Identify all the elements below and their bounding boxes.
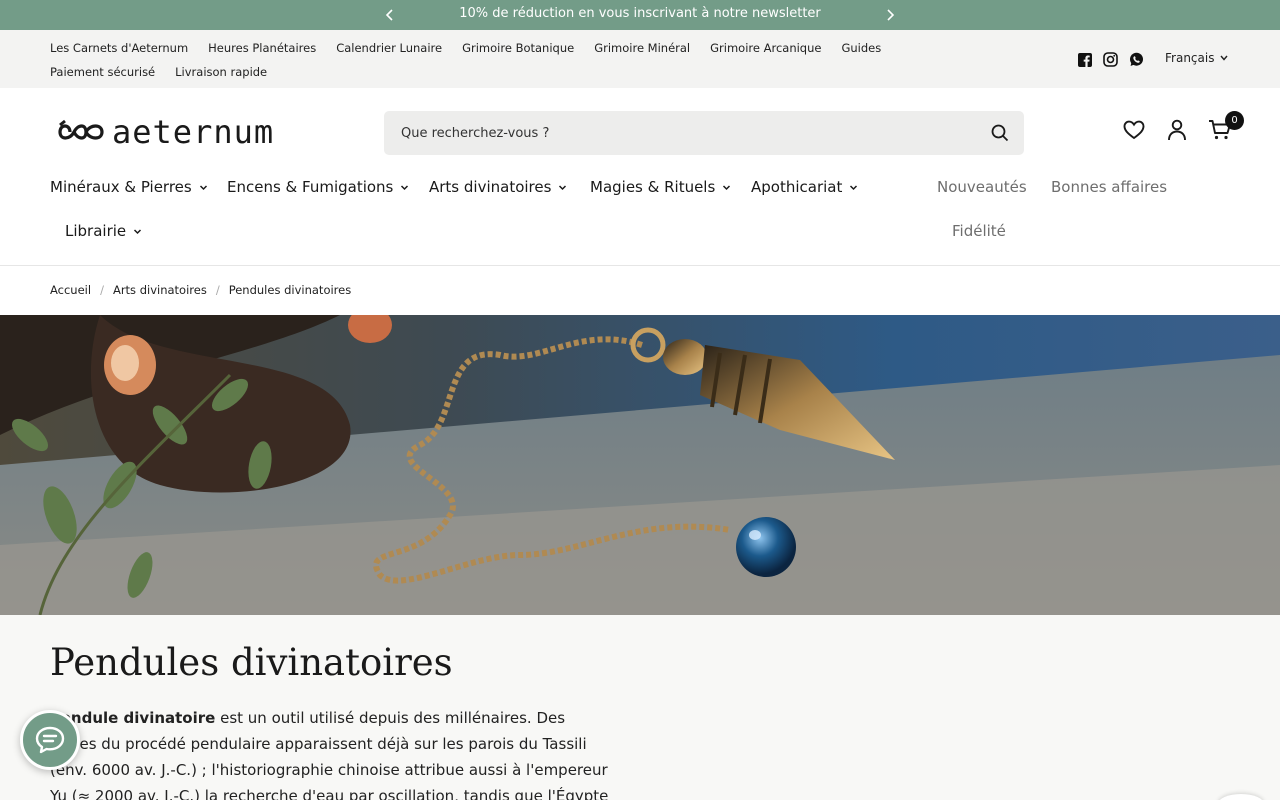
chevron-down-icon	[1220, 55, 1229, 61]
announcement-bar: 10% de réduction en vous inscrivant à no…	[0, 0, 1280, 30]
nav-magies[interactable]: Magies & Rituels	[590, 178, 731, 196]
search-bar	[384, 111, 1024, 155]
nav-label: Apothicariat	[751, 178, 843, 196]
site-header: aeternum 0 Minéraux & Pierres Encens & F…	[0, 88, 1280, 266]
chat-bubble-icon	[35, 726, 65, 754]
chevron-down-icon	[401, 184, 409, 190]
utility-link-grimoire-botanique[interactable]: Grimoire Botanique	[452, 36, 584, 60]
header-actions: 0	[1122, 111, 1244, 142]
nav-label: Librairie	[65, 222, 127, 240]
collection-description: Pendules divinatoires pendule divinatoir…	[0, 615, 1280, 800]
nav-label: Arts divinatoires	[429, 178, 552, 196]
breadcrumb: Accueil / Arts divinatoires / Pendules d…	[50, 283, 351, 297]
instagram-icon[interactable]	[1102, 51, 1119, 68]
utility-link-heures[interactable]: Heures Planétaires	[198, 36, 326, 60]
nav-bonnes-affaires[interactable]: Bonnes affaires	[1051, 178, 1167, 196]
chat-button[interactable]	[20, 710, 80, 770]
chevron-down-icon	[559, 184, 567, 190]
infinity-logo-icon	[58, 119, 104, 140]
intro-text: pendule divinatoire est un outil utilisé…	[50, 705, 615, 800]
facebook-icon[interactable]	[1076, 51, 1093, 68]
chevron-down-icon	[723, 184, 731, 190]
utility-links: Les Carnets d'Aeternum Heures Planétaire…	[40, 36, 1000, 84]
utility-link-guides[interactable]: Guides	[831, 36, 891, 60]
nav-librairie[interactable]: Librairie	[65, 222, 142, 240]
search-icon[interactable]	[990, 123, 1010, 143]
nav-label: Encens & Fumigations	[227, 178, 394, 196]
breadcrumb-separator: /	[100, 283, 104, 297]
wishlist-icon[interactable]	[1122, 118, 1146, 142]
search-input[interactable]	[384, 111, 974, 155]
chevron-right-icon[interactable]	[880, 5, 900, 25]
whatsapp-icon[interactable]	[1128, 51, 1145, 68]
nav-label: Minéraux & Pierres	[50, 178, 192, 196]
nav-label: Magies & Rituels	[590, 178, 716, 196]
social-links	[1076, 51, 1145, 68]
cart-count-badge: 0	[1225, 111, 1244, 130]
utility-nav: Les Carnets d'Aeternum Heures Planétaire…	[0, 30, 1280, 88]
nav-fidelite[interactable]: Fidélité	[952, 222, 1006, 240]
breadcrumb-separator: /	[215, 283, 220, 297]
breadcrumb-home[interactable]: Accueil	[50, 283, 91, 297]
logo[interactable]: aeternum	[56, 112, 274, 152]
cart-icon[interactable]: 0	[1208, 111, 1244, 142]
nav-encens[interactable]: Encens & Fumigations	[227, 178, 409, 196]
logo-text: aeternum	[112, 113, 275, 151]
utility-link-grimoire-mineral[interactable]: Grimoire Minéral	[584, 36, 700, 60]
page-title: Pendules divinatoires	[50, 641, 453, 684]
chevron-down-icon	[199, 184, 207, 190]
utility-link-calendrier[interactable]: Calendrier Lunaire	[326, 36, 452, 60]
utility-link-carnets[interactable]: Les Carnets d'Aeternum	[40, 36, 198, 60]
announcement-text[interactable]: 10% de réduction en vous inscrivant à no…	[0, 6, 1280, 21]
language-label: Français	[1165, 51, 1215, 65]
breadcrumb-current: Pendules divinatoires	[228, 283, 352, 297]
breadcrumb-arts-divinatoires[interactable]: Arts divinatoires	[113, 283, 207, 297]
utility-link-grimoire-arcanique[interactable]: Grimoire Arcanique	[700, 36, 831, 60]
chevron-down-icon	[850, 184, 858, 190]
nav-nouveautes[interactable]: Nouveautés	[937, 178, 1027, 196]
nav-mineraux[interactable]: Minéraux & Pierres	[50, 178, 208, 196]
utility-link-paiement[interactable]: Paiement sécurisé	[40, 60, 165, 84]
hero-banner-image	[0, 315, 1280, 615]
nav-arts-divinatoires[interactable]: Arts divinatoires	[429, 178, 567, 196]
account-icon[interactable]	[1165, 118, 1189, 142]
chevron-down-icon	[134, 228, 142, 234]
utility-link-livraison[interactable]: Livraison rapide	[165, 60, 277, 84]
language-selector[interactable]: Français	[1165, 51, 1229, 65]
nav-apothicariat[interactable]: Apothicariat	[751, 178, 858, 196]
